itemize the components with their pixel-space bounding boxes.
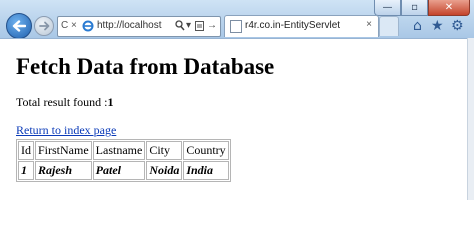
return-index-link[interactable]: Return to index page: [16, 123, 116, 138]
page-content: Fetch Data from Database Total result fo…: [0, 38, 468, 201]
back-button[interactable]: [6, 13, 32, 39]
address-url[interactable]: http://localhost: [97, 20, 161, 31]
header-city: City: [146, 141, 183, 160]
close-icon[interactable]: ×: [71, 20, 77, 31]
header-id: Id: [18, 141, 34, 160]
table-header-row: Id FirstName Lastname City Country: [18, 141, 229, 160]
maximize-button[interactable]: ▫: [401, 0, 428, 16]
close-window-button[interactable]: ✕: [428, 0, 470, 16]
tab-entityservlet[interactable]: r4r.co.in-EntityServlet ×: [224, 15, 379, 37]
address-bar[interactable]: C × http://localhost ▾ →: [57, 16, 221, 37]
compatibility-view-icon[interactable]: [195, 21, 204, 34]
total-result-text: Total result found :1: [16, 95, 113, 110]
forward-arrow-icon: [38, 21, 49, 31]
forward-button[interactable]: [34, 16, 54, 36]
minimize-button[interactable]: —: [374, 0, 401, 16]
home-icon[interactable]: ⌂: [413, 18, 422, 34]
favorites-star-icon[interactable]: ★: [431, 18, 444, 34]
cell-id: 1: [18, 161, 34, 180]
table-row: 1 Rajesh Patel Noida India: [18, 161, 229, 180]
page-icon: [230, 20, 242, 33]
cell-lastname: Patel: [92, 161, 146, 180]
results-table: Id FirstName Lastname City Country 1 Raj…: [16, 139, 231, 182]
window-controls: — ▫ ✕: [374, 0, 470, 16]
tab-title: r4r.co.in-EntityServlet: [245, 20, 341, 31]
ie-page-icon: [82, 20, 94, 35]
tab-close-icon[interactable]: ×: [366, 19, 372, 30]
dropdown-arrow-icon[interactable]: ▾: [186, 20, 191, 31]
header-firstname: FirstName: [35, 141, 92, 160]
cell-country: India: [183, 161, 229, 180]
new-tab-button[interactable]: [379, 16, 399, 36]
page-title: Fetch Data from Database: [16, 54, 275, 79]
vertical-scrollbar[interactable]: [467, 38, 474, 200]
go-arrow-icon[interactable]: →: [207, 20, 217, 31]
total-count: 1: [107, 95, 114, 109]
tools-gear-icon[interactable]: ⚙: [451, 18, 464, 34]
header-country: Country: [183, 141, 229, 160]
search-icon[interactable]: [175, 20, 185, 34]
total-label: Total result found :: [16, 95, 108, 109]
header-lastname: Lastname: [92, 141, 146, 160]
browser-chrome: — ▫ ✕ C × http://localhost ▾ → r4r.co.in…: [0, 0, 474, 39]
back-arrow-icon: [12, 20, 26, 32]
refresh-icon[interactable]: C: [61, 20, 68, 31]
cell-city: Noida: [146, 161, 183, 180]
cell-firstname: Rajesh: [35, 161, 92, 180]
